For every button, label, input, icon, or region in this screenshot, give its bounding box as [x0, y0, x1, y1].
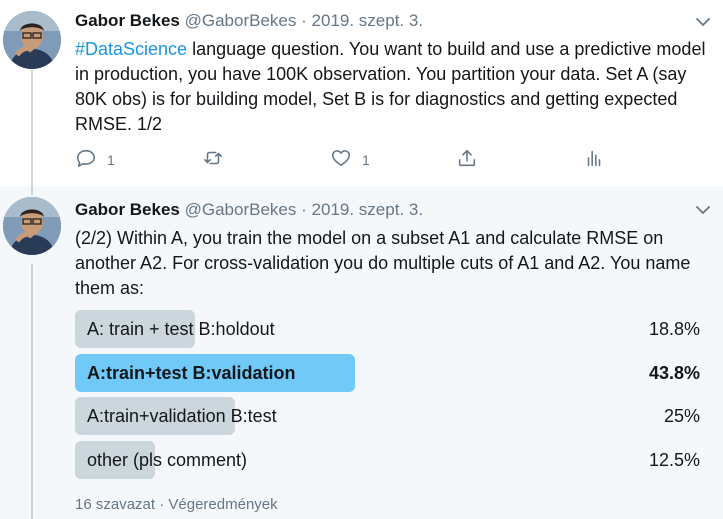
heart-icon	[330, 147, 352, 174]
retweet-icon	[202, 147, 224, 174]
reply-count: 1	[107, 152, 115, 168]
chevron-down-icon[interactable]	[693, 12, 713, 32]
poll-option-label: A:train+validation B:test	[87, 406, 277, 426]
tweet-actions: 1 1	[75, 145, 695, 175]
separator: ·	[159, 496, 165, 513]
poll-option-percent: 18.8%	[648, 319, 700, 339]
poll-option: A:train+validation B:test 25%	[75, 397, 700, 435]
poll-option-percent: 25%	[663, 406, 700, 426]
thread-line	[31, 264, 33, 519]
tweet-2[interactable]: Gabor Bekes @GaborBekes · 2019. szept. 3…	[0, 186, 723, 519]
poll-option: A: train + test B:holdout 18.8%	[75, 310, 700, 348]
avatar[interactable]	[3, 197, 61, 255]
share-button[interactable]	[456, 145, 478, 175]
hashtag-link[interactable]: #DataScience	[75, 39, 187, 59]
analytics-button[interactable]	[583, 145, 605, 175]
chevron-down-icon[interactable]	[693, 200, 713, 220]
like-button[interactable]: 1	[330, 145, 370, 175]
author-name[interactable]: Gabor Bekes	[75, 11, 180, 30]
reply-button[interactable]: 1	[75, 145, 115, 175]
poll-option: other (pls comment) 12.5%	[75, 441, 700, 479]
avatar[interactable]	[3, 11, 61, 69]
poll-footer: 16 szavazat · Végeredmények	[75, 496, 278, 513]
poll-option: A:train+test B:validation 43.8%	[75, 354, 700, 392]
thread-line	[31, 70, 33, 186]
poll-option-label: other (pls comment)	[87, 450, 248, 470]
tweet-text: (2/2) Within A, you train the model on a…	[75, 228, 691, 298]
reply-icon	[75, 147, 97, 174]
author-handle[interactable]: @GaborBekes	[185, 200, 297, 219]
tweet-date[interactable]: 2019. szept. 3.	[312, 11, 424, 30]
poll-option-percent: 12.5%	[648, 450, 700, 470]
separator: ·	[301, 11, 307, 30]
tweet-text: #DataScience language question. You want…	[75, 37, 715, 137]
poll-option-percent: 43.8%	[648, 363, 700, 383]
author-name[interactable]: Gabor Bekes	[75, 200, 180, 219]
poll-option-label: A: train + test B:holdout	[87, 319, 275, 339]
tweet-date[interactable]: 2019. szept. 3.	[312, 200, 424, 219]
share-icon	[456, 147, 478, 174]
analytics-icon	[583, 147, 605, 174]
like-count: 1	[362, 152, 370, 168]
tweet-header: Gabor Bekes @GaborBekes · 2019. szept. 3…	[75, 200, 423, 220]
thread-line	[31, 186, 33, 195]
retweet-button[interactable]	[202, 145, 224, 175]
separator: ·	[301, 200, 307, 219]
poll-vote-count: 16 szavazat	[75, 496, 156, 513]
author-handle[interactable]: @GaborBekes	[185, 11, 297, 30]
tweet-header: Gabor Bekes @GaborBekes · 2019. szept. 3…	[75, 11, 423, 31]
poll-option-label: A:train+test B:validation	[87, 363, 296, 383]
tweet-1[interactable]: Gabor Bekes @GaborBekes · 2019. szept. 3…	[0, 0, 723, 186]
poll-status: Végeredmények	[168, 496, 278, 513]
